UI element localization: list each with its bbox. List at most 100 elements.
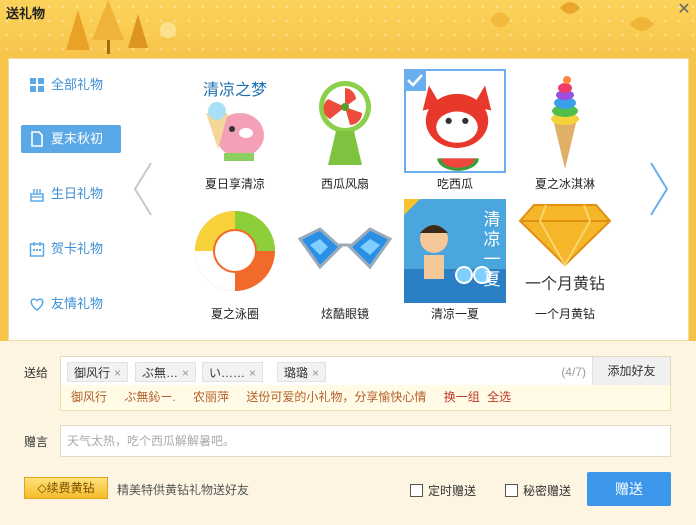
remove-recipient-icon[interactable]: ×: [249, 366, 256, 380]
sunglasses-icon: [297, 227, 393, 270]
checkbox-box: [410, 484, 423, 497]
recipient-name: ぶ無…: [142, 366, 179, 380]
gift-image: 清凉之梦: [184, 69, 286, 173]
gift-name: 夏之冰淇淋: [534, 177, 595, 191]
gift-item[interactable]: 西瓜风扇: [294, 69, 396, 193]
sidebar-item-label: 贺卡礼物: [51, 241, 104, 256]
recipient-name: 御风行: [74, 366, 111, 380]
leaves-decoration-icon: [490, 2, 654, 31]
sidebar-item-card[interactable]: 贺卡礼物: [21, 235, 121, 263]
message-input[interactable]: 天气太热，吃个西瓜解解暑吧。: [60, 425, 671, 457]
pig-icecream-icon: 清凉之梦: [203, 80, 267, 161]
document-icon: [31, 131, 43, 147]
sidebar-item-label: 生日礼物: [51, 186, 104, 201]
cake-icon: [30, 189, 44, 202]
sidebar-item-birthday[interactable]: 生日礼物: [21, 180, 121, 208]
secret-label: 秘密赠送: [523, 484, 572, 498]
suggested-friend[interactable]: 御风行: [71, 390, 107, 404]
beach-boy-icon: 清 凉 一 夏: [404, 199, 506, 303]
gift-image: [294, 199, 396, 303]
grid-icon: [30, 78, 44, 92]
close-icon[interactable]: ✕: [676, 2, 692, 18]
sidebar-item-label: 全部礼物: [51, 77, 104, 92]
remove-recipient-icon[interactable]: ×: [114, 366, 121, 380]
renew-vip-button[interactable]: ◇续费黄钻: [24, 477, 108, 499]
gift-image: 清 凉 一 夏: [404, 199, 506, 303]
recipient-name: 璐璐: [284, 366, 309, 380]
header-banner: 送礼物 ✕: [0, 0, 696, 58]
gift-overlay-text: 清凉之梦: [203, 80, 267, 99]
diamond-icon: ◇: [37, 481, 47, 495]
chevron-left-icon: [133, 162, 152, 216]
recipient-tag: 御风行 ×: [67, 362, 129, 382]
gift-overlay-text: 一个月黄钻: [525, 274, 605, 293]
renew-vip-label: 续费黄钻: [46, 481, 95, 495]
to-label: 送给: [24, 366, 49, 380]
sidebar-item-summer[interactable]: 夏末秋初: [21, 125, 121, 153]
gift-item[interactable]: 一个月黄钻 一个月黄钻: [514, 199, 616, 323]
send-form: 送给 御风行 × ぶ無… × い…… × 璐璐 × (4/7) 添加好友 御风行 ぶ無鈊…: [0, 341, 696, 525]
gift-item[interactable]: 炫酷眼镜: [294, 199, 396, 323]
scheduled-checkbox[interactable]: 定时赠送: [410, 482, 476, 499]
gift-image: [514, 69, 616, 173]
recipient-tag: い…… ×: [202, 362, 264, 382]
recipient-name: い……: [209, 366, 246, 380]
select-all-link[interactable]: 全选: [487, 390, 511, 404]
yellow-diamond-icon: 一个月黄钻: [518, 204, 612, 293]
rainbow-icecream-icon: [551, 76, 579, 169]
gift-overlay-text: 夏: [484, 270, 501, 290]
gift-name: 西瓜风扇: [320, 177, 369, 191]
calendar-icon: [29, 242, 45, 257]
recipient-input[interactable]: 御风行 × ぶ無… × い…… × 璐璐 × (4/7) 添加好友: [60, 356, 671, 386]
secret-checkbox[interactable]: 秘密赠送: [505, 482, 571, 499]
category-sidebar: 全部礼物 夏末秋初 生日礼物 贺卡礼物 友情礼物: [9, 59, 149, 340]
gift-name: 炫酷眼镜: [320, 307, 369, 321]
gift-name: 清凉一夏: [430, 307, 479, 321]
gift-item[interactable]: 夏之泳圈: [184, 199, 286, 323]
remove-recipient-icon[interactable]: ×: [312, 366, 319, 380]
sidebar-item-label: 友情礼物: [51, 296, 104, 311]
suggested-friend[interactable]: 农丽萍: [193, 390, 229, 404]
sidebar-item-label: 夏末秋初: [51, 131, 104, 146]
recipient-tag: 璐璐 ×: [277, 362, 327, 382]
gift-name: 夏日享清凉: [204, 177, 265, 191]
suggested-friend[interactable]: ぶ無鈊ー.: [124, 390, 175, 404]
checkbox-box: [505, 484, 518, 497]
heart-icon: [30, 298, 44, 311]
suggestion-bar: 御风行 ぶ無鈊ー. 农丽萍 送份可爱的小礼物，分享愉快心情 换一组 全选: [60, 385, 671, 411]
sidebar-item-all[interactable]: 全部礼物: [21, 71, 121, 99]
chevron-right-icon: [650, 162, 669, 216]
recipient-tag: ぶ無… ×: [135, 362, 197, 382]
message-label: 赠言: [24, 435, 49, 449]
window-title: 送礼物: [6, 6, 46, 21]
gift-name: 一个月黄钻: [534, 307, 595, 321]
add-friend-button[interactable]: 添加好友: [592, 357, 670, 385]
recipient-count: (4/7): [561, 365, 586, 379]
gift-item[interactable]: 清凉之梦 夏日享清凉: [184, 69, 286, 193]
watermelon-fan-icon: [319, 81, 371, 165]
selected-check-icon: [404, 69, 426, 91]
gift-panel: 全部礼物 夏末秋初 生日礼物 贺卡礼物 友情礼物 清凉之梦 夏日享清凉 西瓜风扇…: [8, 58, 689, 341]
suggestion-hint: 送份可爱的小礼物，分享愉快心情: [246, 390, 427, 404]
send-button[interactable]: 赠送: [587, 472, 671, 506]
gift-name: 夏之泳圈: [210, 307, 259, 321]
prev-page-arrow[interactable]: [131, 159, 155, 219]
remove-recipient-icon[interactable]: ×: [182, 366, 189, 380]
gift-grid: 清凉之梦 夏日享清凉 西瓜风扇 吃西瓜 夏之冰淇淋 夏之泳圈 炫酷眼镜 清 凉 …: [169, 69, 629, 331]
sidebar-item-friendship[interactable]: 友情礼物: [21, 290, 121, 318]
gift-image: [184, 199, 286, 303]
gift-item[interactable]: 夏之冰淇淋: [514, 69, 616, 193]
swap-suggestions-link[interactable]: 换一组: [444, 390, 480, 404]
gift-overlay-text: 凉: [484, 230, 501, 250]
gift-item[interactable]: 清 凉 一 夏 清凉一夏: [404, 199, 506, 323]
gift-name: 吃西瓜: [436, 177, 473, 191]
tree-decoration-icon: [66, 0, 176, 54]
gift-overlay-text: 一: [484, 250, 501, 270]
next-page-arrow[interactable]: [647, 159, 671, 219]
gift-image: [294, 69, 396, 173]
scheduled-label: 定时赠送: [428, 484, 477, 498]
gift-item[interactable]: 吃西瓜: [404, 69, 506, 193]
gift-image: 一个月黄钻: [514, 199, 616, 303]
gift-overlay-text: 清: [484, 210, 501, 230]
swim-ring-icon: [195, 211, 275, 291]
